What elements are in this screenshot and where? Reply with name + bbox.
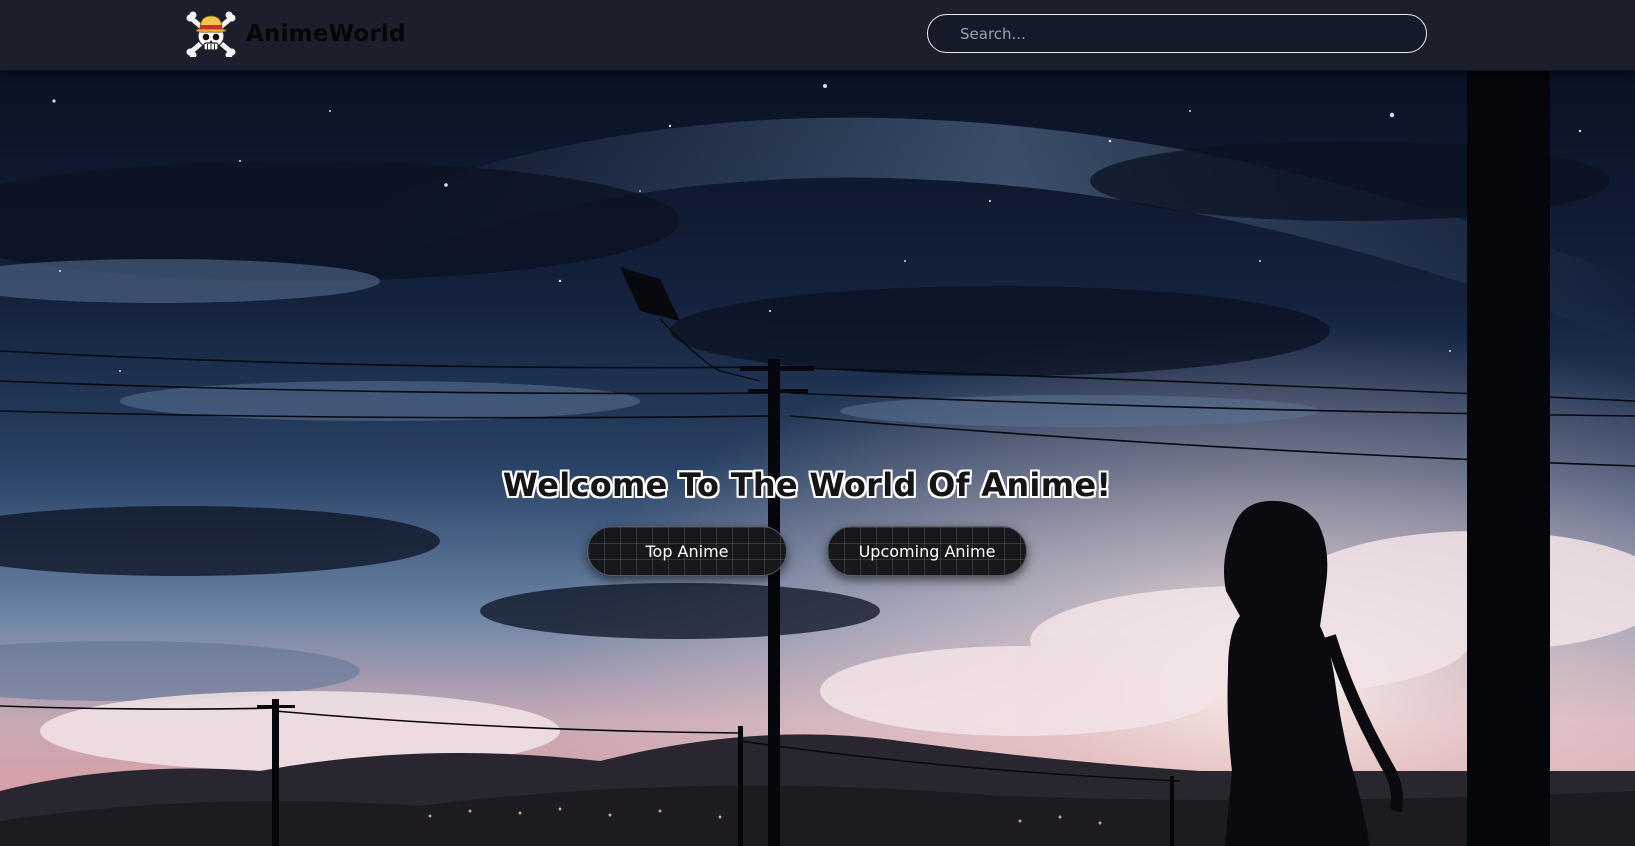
straw-hat-jolly-roger-icon [186,11,236,57]
top-anime-button[interactable]: Top Anime [587,526,787,576]
hero-title: Welcome To The World Of Anime! [502,466,1112,504]
brand-name: AnimeWorld [246,21,406,47]
top-navbar: AnimeWorld [0,0,1635,71]
search-input[interactable] [927,14,1427,53]
hero-background-image [0,71,1635,846]
brand-home-link[interactable]: AnimeWorld [186,10,406,58]
upcoming-anime-button[interactable]: Upcoming Anime [827,526,1027,576]
hero-section: Welcome To The World Of Anime! Top Anime… [0,71,1635,846]
